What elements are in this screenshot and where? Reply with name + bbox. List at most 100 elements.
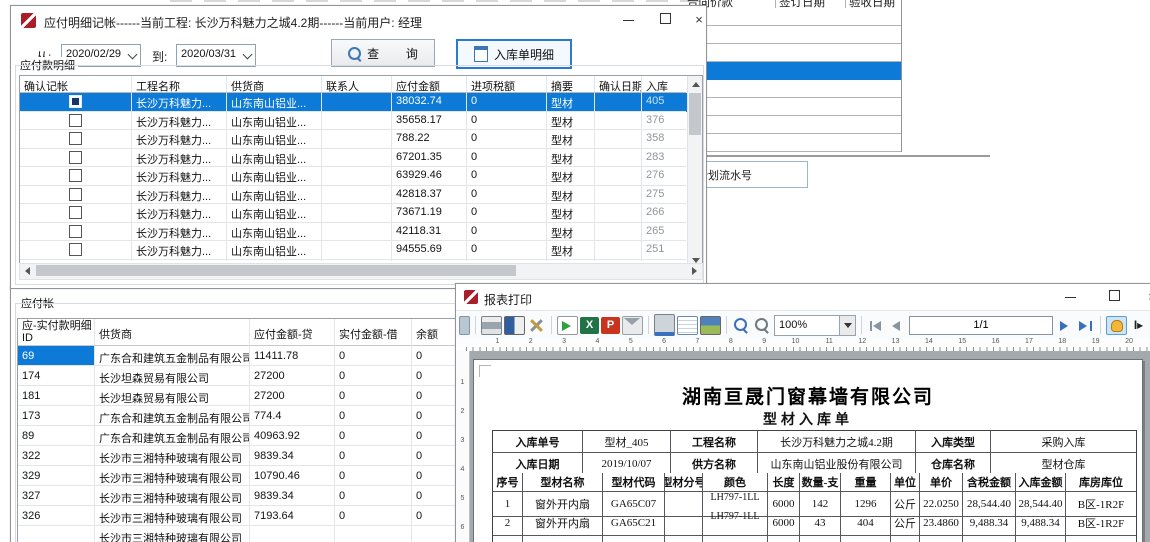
cell-project[interactable]: 长沙万科魅力... [132,204,227,223]
col-header-id[interactable]: 应-实付款明细ID [18,319,95,346]
cell-tax[interactable]: 0 [467,112,547,131]
cell-balance[interactable]: 0 [412,406,460,426]
zoom-level-dropdown[interactable]: 100% [774,315,856,336]
cell-credit[interactable]: 7193.64 [250,506,335,526]
maximize-button[interactable] [651,10,679,30]
col-header-project[interactable]: 工程名称 [132,76,227,93]
table-row[interactable]: 长沙万科魅力... 山东南山铝业... 38032.74 0 型材 405 [20,93,702,112]
cell-debit[interactable]: 0 [335,346,412,366]
cell-inbound[interactable]: 250 [642,260,686,262]
cell-credit[interactable]: 10790.46 [250,466,335,486]
checkbox-checked[interactable] [69,95,82,108]
cell-contact[interactable] [322,186,392,205]
cell-inbound[interactable]: 266 [642,204,686,223]
cell-tax[interactable]: 0 [467,223,547,242]
cell-inbound[interactable]: 358 [642,130,686,149]
cell-confirm[interactable] [20,130,132,149]
cell-balance[interactable]: 0 [412,486,460,506]
cell-supplier[interactable]: 山东南山铝业... [227,130,322,149]
vertical-scroll-thumb[interactable] [689,93,701,135]
cell-contact[interactable] [322,112,392,131]
cell-supplier[interactable]: 山东南山铝业... [227,223,322,242]
cell-credit[interactable]: 27200 [250,366,335,386]
horizontal-scroll-thumb[interactable] [36,265,516,276]
cell-confirm-date[interactable] [595,167,642,186]
table-row[interactable]: 327 长沙市三湘特种玻璃有限公司 9839.34 0 0 [18,486,459,506]
chevron-down-icon[interactable] [128,50,138,60]
cell-contact[interactable] [322,130,392,149]
checkbox[interactable] [69,169,82,182]
cell-id[interactable]: 89 [18,426,95,446]
cell-balance[interactable]: 0 [412,506,460,526]
chevron-down-icon[interactable] [839,316,855,335]
cell-project[interactable]: 长沙万科魅力... [132,130,227,149]
cell-debit[interactable]: 0 [335,446,412,466]
cell-id[interactable]: 326 [18,506,95,526]
cell-project[interactable]: 长沙万科魅力... [132,186,227,205]
cell-summary[interactable]: 型材 [547,241,595,260]
cell-amount[interactable]: 788.22 [392,130,467,149]
titlebar[interactable]: 应付明细记帐------当前工程: 长沙万科魅力之城4.2期------当前用户… [11,6,706,33]
cell-contact[interactable] [322,93,392,112]
cell-confirm[interactable] [20,167,132,186]
cell-amount[interactable]: 3805.84 [392,260,467,262]
cell-amount[interactable]: 42818.37 [392,186,467,205]
scroll-up-arrow[interactable] [692,82,700,87]
cell-id[interactable]: 173 [18,406,95,426]
col-header-contact[interactable]: 联系人 [322,76,392,93]
previous-page-button[interactable] [888,317,907,334]
cell-confirm[interactable] [20,204,132,223]
cell-supplier[interactable]: 长沙市三湘特种玻璃有限公司 [95,446,250,466]
cell-supplier[interactable]: 广东合和建筑五金制品有限公司 [95,426,250,446]
table-row[interactable]: 长沙万科魅力... 山东南山铝业... 3805.84 0 型材 250 [20,260,702,262]
cell-summary[interactable]: 型材 [547,204,595,223]
cell-confirm[interactable] [20,260,132,262]
cell-balance[interactable] [412,526,460,542]
cell-confirm[interactable] [20,186,132,205]
cell-balance[interactable]: 0 [412,466,460,486]
cell-contact[interactable] [322,260,392,262]
cell-confirm[interactable] [20,149,132,168]
cell-contact[interactable] [322,149,392,168]
cell-tax[interactable]: 0 [467,93,547,112]
cell-contact[interactable] [322,204,392,223]
page-indicator-input[interactable] [909,316,1053,335]
cell-credit[interactable]: 9839.34 [250,446,335,466]
plan-serial-field[interactable]: 计划流水号 [693,161,808,188]
vertical-scrollbar[interactable] [687,76,702,269]
col-header-summary[interactable]: 摘要 [547,76,595,93]
cell-supplier[interactable]: 山东南山铝业... [227,93,322,112]
cell-id[interactable]: 327 [18,486,95,506]
cell-summary[interactable]: 型材 [547,112,595,131]
cell-id[interactable] [18,526,95,542]
cell-supplier[interactable]: 长沙坦森贸易有限公司 [95,386,250,406]
col-header-debit[interactable]: 实付金额-借 [335,319,412,346]
cell-debit[interactable]: 0 [335,386,412,406]
col-header-confirm[interactable]: 确认记帐 [20,76,132,93]
cell-debit[interactable]: 0 [335,466,412,486]
cell-project[interactable]: 长沙万科魅力... [132,93,227,112]
zoom-out-icon[interactable] [753,317,772,334]
cell-inbound[interactable]: 283 [642,149,686,168]
table-row[interactable]: 326 长沙市三湘特种玻璃有限公司 7193.64 0 0 [18,506,459,526]
cell-project[interactable]: 长沙万科魅力... [132,167,227,186]
cell-summary[interactable]: 型材 [547,130,595,149]
cell-amount[interactable]: 63929.46 [392,167,467,186]
cell-credit[interactable]: 9839.34 [250,486,335,506]
cell-inbound[interactable]: 405 [642,93,686,112]
payable-detail-table[interactable]: 确认记帐 工程名称 供货商 联系人 应付金额 进项税额 摘要 确认日期 入库 长… [19,75,703,270]
cell-credit[interactable] [250,526,335,542]
cell-summary[interactable]: 型材 [547,260,595,262]
text-select-icon[interactable]: I▸ [1129,317,1148,334]
cell-project[interactable]: 长沙万科魅力... [132,112,227,131]
next-page-button[interactable] [1055,317,1074,334]
checkbox[interactable] [69,243,82,256]
cell-confirm[interactable] [20,241,132,260]
checkbox[interactable] [69,132,82,145]
cell-summary[interactable]: 型材 [547,167,595,186]
minimize-button[interactable] [1056,287,1084,307]
table-row[interactable]: 长沙万科魅力... 山东南山铝业... 42118.31 0 型材 265 [20,223,702,242]
mail-export-icon[interactable] [622,316,643,335]
export-icon[interactable] [557,316,578,335]
cell-confirm-date[interactable] [595,241,642,260]
